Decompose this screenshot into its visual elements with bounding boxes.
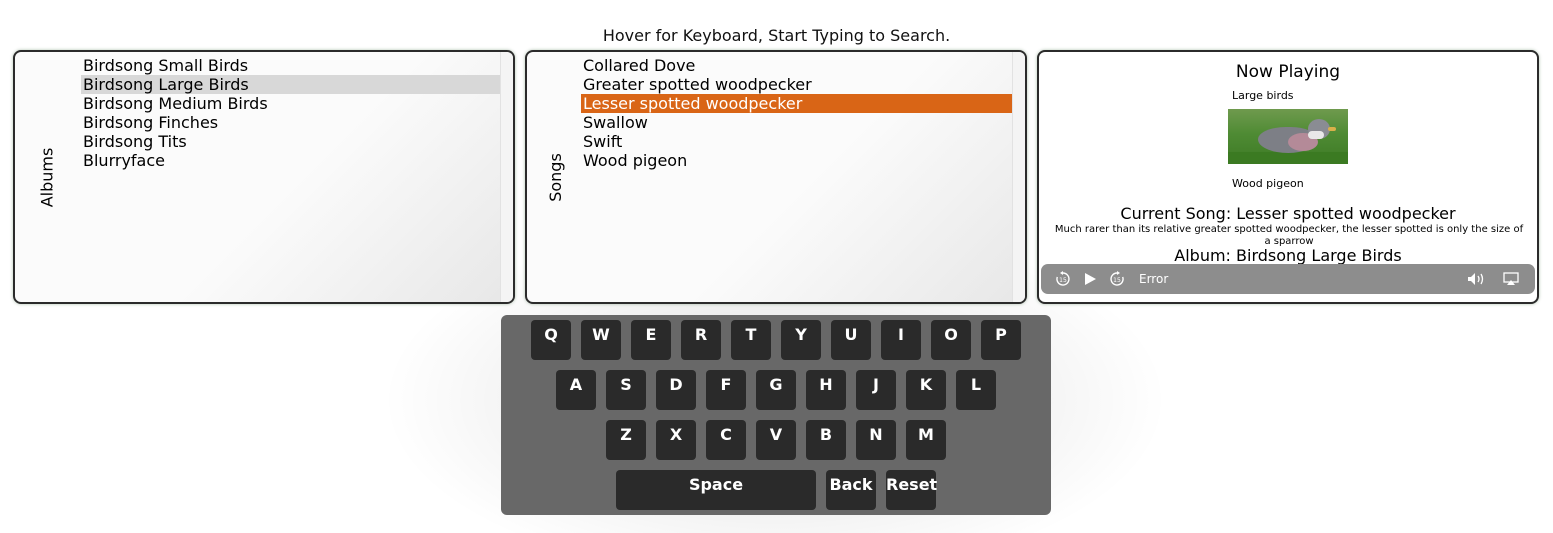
key-q[interactable]: Q — [531, 320, 571, 360]
onscreen-keyboard: QWERTYUIOP ASDFGHJKL ZXCVBNM Space Back … — [501, 315, 1051, 515]
current-song: Current Song: Lesser spotted woodpecker — [1120, 204, 1456, 223]
album-list-item[interactable]: Birdsong Tits — [81, 132, 500, 151]
key-l[interactable]: L — [956, 370, 996, 410]
key-x[interactable]: X — [656, 420, 696, 460]
playback-status: Error — [1139, 272, 1169, 286]
songs-label: Songs — [545, 152, 565, 202]
songs-panel: Songs Collared Dove Greater spotted woodp… — [525, 50, 1027, 304]
key-j[interactable]: J — [856, 370, 896, 410]
back-key[interactable]: Back — [826, 470, 876, 510]
app-stage: Hover for Keyboard, Start Typing to Sear… — [0, 0, 1553, 533]
svg-text:15: 15 — [1113, 277, 1121, 284]
svg-text:15: 15 — [1059, 277, 1067, 284]
song-description: Much rarer than its relative greater spo… — [1054, 224, 1524, 247]
volume-icon[interactable] — [1467, 272, 1487, 286]
keyboard-row-1: QWERTYUIOP — [501, 320, 1051, 360]
key-a[interactable]: A — [556, 370, 596, 410]
albums-panel: Albums Birdsong Small Birds Birdsong Larg… — [13, 50, 515, 304]
albums-scrollbar[interactable] — [500, 52, 513, 302]
keyboard-row-4: Space Back Reset — [501, 470, 1051, 510]
now-playing-album-small: Large birds — [1232, 89, 1294, 102]
key-o[interactable]: O — [931, 320, 971, 360]
bird-image-beak — [1328, 127, 1336, 131]
songs-scrollbar[interactable] — [1012, 52, 1025, 302]
space-key[interactable]: Space — [616, 470, 816, 510]
now-playing-title: Now Playing — [1235, 62, 1341, 82]
key-b[interactable]: B — [806, 420, 846, 460]
key-g[interactable]: G — [756, 370, 796, 410]
songs-side-label: Songs — [527, 52, 583, 302]
key-y[interactable]: Y — [781, 320, 821, 360]
key-c[interactable]: C — [706, 420, 746, 460]
song-list-item[interactable]: Swift — [581, 132, 1012, 151]
reset-key[interactable]: Reset — [886, 470, 937, 510]
bird-image-grass — [1228, 152, 1348, 164]
keyboard-row-3: ZXCVBNM — [501, 420, 1051, 460]
albums-label: Albums — [37, 147, 57, 207]
key-e[interactable]: E — [631, 320, 671, 360]
album-list-item[interactable]: Birdsong Small Birds — [81, 56, 500, 75]
current-album: Album: Birdsong Large Birds — [1174, 246, 1402, 265]
key-u[interactable]: U — [831, 320, 871, 360]
key-d[interactable]: D — [656, 370, 696, 410]
now-playing-panel: Now Playing Large birds Wood pigeon Curr… — [1037, 50, 1539, 304]
song-list-item[interactable]: Collared Dove — [581, 56, 1012, 75]
song-list-item[interactable]: Swallow — [581, 113, 1012, 132]
play-icon[interactable] — [1083, 272, 1097, 286]
album-list-item[interactable]: Blurryface — [81, 151, 500, 170]
airplay-icon[interactable] — [1503, 272, 1519, 286]
key-z[interactable]: Z — [606, 420, 646, 460]
songs-list: Collared Dove Greater spotted woodpecker L… — [581, 56, 1012, 170]
rewind-15-icon[interactable]: 15 — [1055, 271, 1071, 287]
key-p[interactable]: P — [981, 320, 1021, 360]
albums-list: Birdsong Small Birds Birdsong Large Birds… — [81, 56, 500, 170]
bird-image — [1228, 109, 1348, 164]
key-s[interactable]: S — [606, 370, 646, 410]
album-list-item[interactable]: Birdsong Large Birds — [81, 75, 500, 94]
song-list-item[interactable]: Greater spotted woodpecker — [581, 75, 1012, 94]
key-i[interactable]: I — [881, 320, 921, 360]
song-list-item[interactable]: Wood pigeon — [581, 151, 1012, 170]
keyboard-row-2: ASDFGHJKL — [501, 370, 1051, 410]
forward-15-icon[interactable]: 15 — [1109, 271, 1125, 287]
key-n[interactable]: N — [856, 420, 896, 460]
image-caption: Wood pigeon — [1232, 177, 1304, 190]
key-m[interactable]: M — [906, 420, 946, 460]
search-hint: Hover for Keyboard, Start Typing to Sear… — [602, 26, 951, 45]
albums-side-label: Albums — [15, 52, 79, 302]
key-h[interactable]: H — [806, 370, 846, 410]
album-list-item[interactable]: Birdsong Finches — [81, 113, 500, 132]
key-f[interactable]: F — [706, 370, 746, 410]
key-r[interactable]: R — [681, 320, 721, 360]
song-list-item[interactable]: Lesser spotted woodpecker — [581, 94, 1012, 113]
key-v[interactable]: V — [756, 420, 796, 460]
bird-image-neck — [1308, 131, 1324, 139]
audio-controls: 15 15 Error — [1041, 264, 1535, 294]
key-k[interactable]: K — [906, 370, 946, 410]
album-list-item[interactable]: Birdsong Medium Birds — [81, 94, 500, 113]
key-w[interactable]: W — [581, 320, 621, 360]
key-t[interactable]: T — [731, 320, 771, 360]
